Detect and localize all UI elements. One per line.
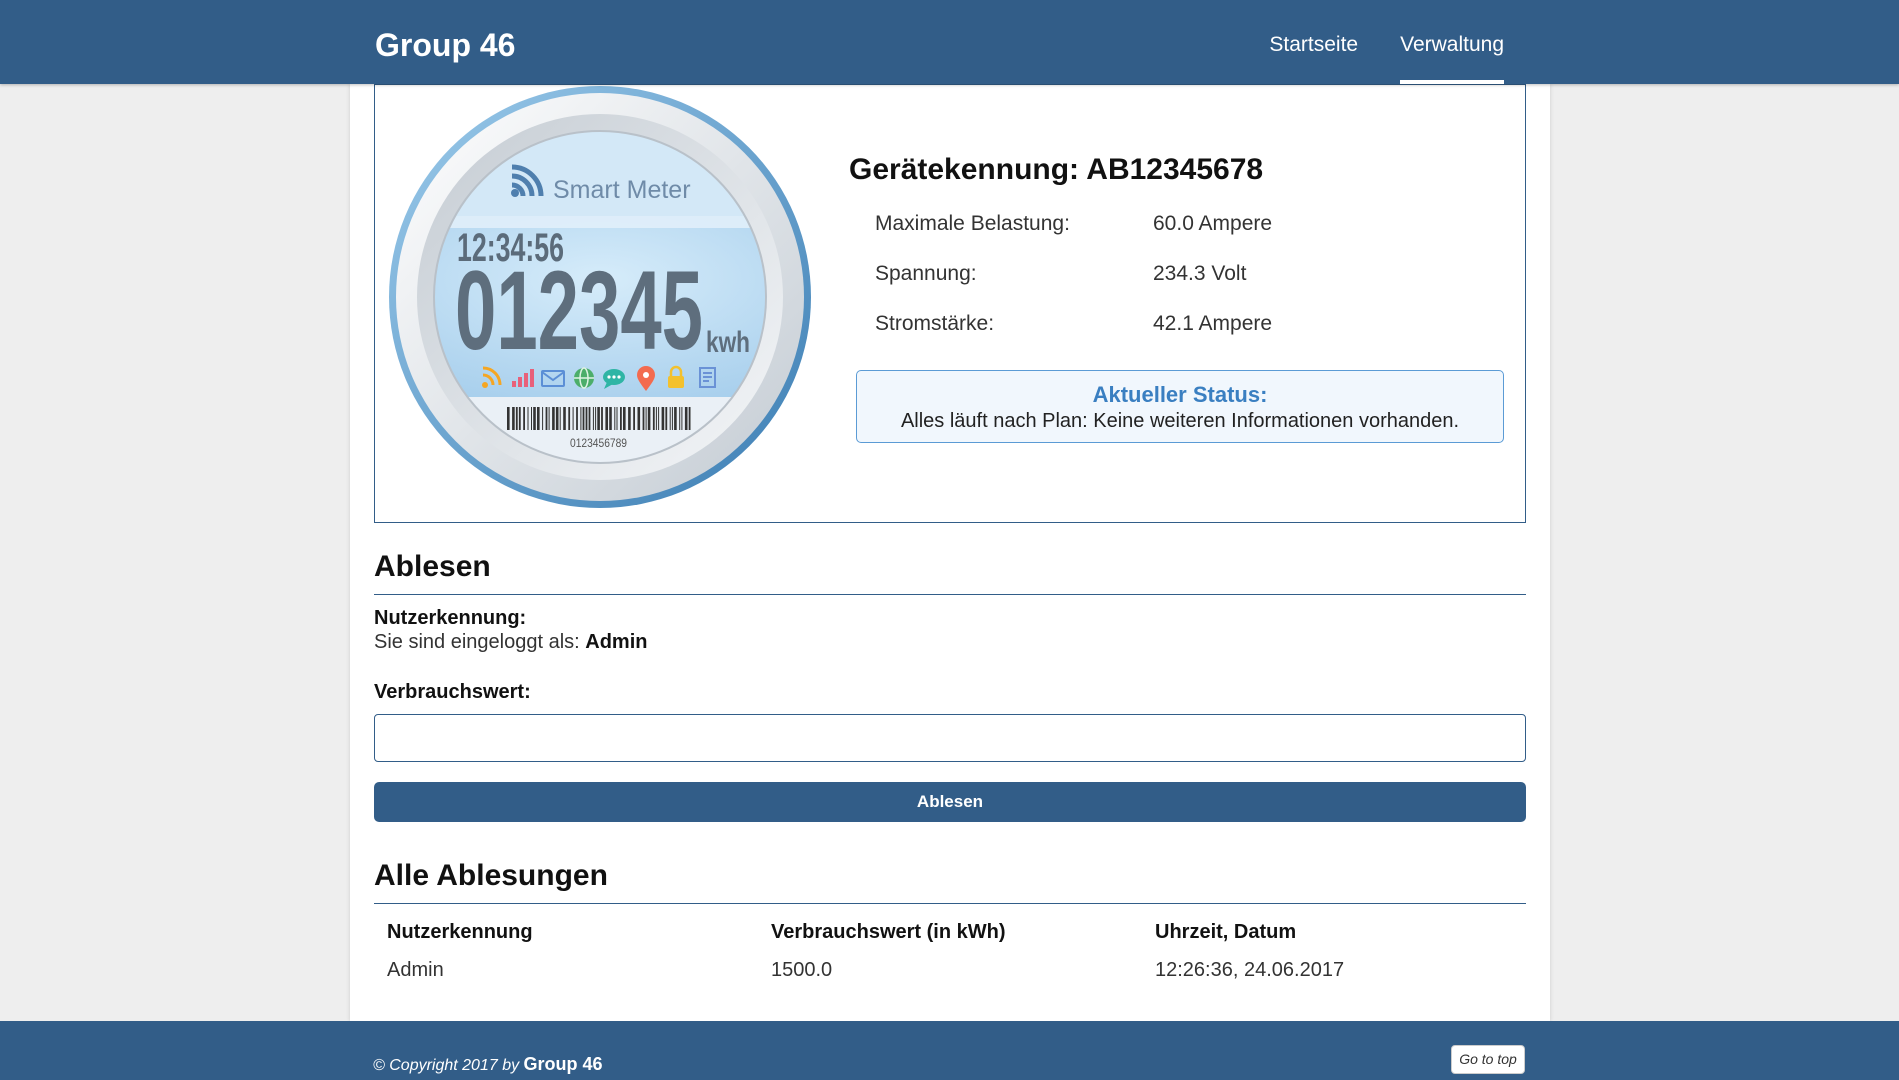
spec-row-max-load: Maximale Belastung: 60.0 Ampere — [849, 199, 1509, 249]
spec-value-voltage: 234.3 Volt — [1153, 262, 1247, 285]
status-alert: Aktueller Status: Alles läuft nach Plan:… — [856, 370, 1504, 443]
device-panel: Smart Meter 12:34:56 012345 kwh 01234567… — [374, 84, 1526, 523]
main-nav: Startseite Verwaltung — [1269, 0, 1504, 84]
device-specs: Maximale Belastung: 60.0 Ampere Spannung… — [849, 199, 1509, 349]
consumption-label: Verbrauchswert: — [374, 681, 531, 703]
brand-link[interactable]: Group 46 — [375, 25, 515, 65]
meter-unit: kwh — [706, 326, 750, 359]
cell-value: 1500.0 — [771, 958, 833, 981]
table-row: Admin 1500.0 12:26:36, 24.06.2017 — [374, 951, 1526, 989]
device-id-heading: Gerätekennung: AB12345678 — [849, 152, 1509, 188]
device-info: Gerätekennung: AB12345678 Maximale Belas… — [849, 152, 1509, 443]
spec-value-current: 42.1 Ampere — [1153, 312, 1273, 335]
copyright: © Copyright 2017 by Group 46 — [373, 1053, 603, 1077]
status-title: Aktueller Status: — [1092, 382, 1268, 407]
readings-table: Nutzerkennung Verbrauchswert (in kWh) Uh… — [374, 913, 1526, 989]
column-header-user: Nutzerkennung — [387, 920, 533, 943]
cell-user: Admin — [387, 958, 444, 981]
barcode-bars — [507, 407, 691, 430]
column-header-value: Verbrauchswert (in kWh) — [771, 920, 1006, 943]
spec-row-current: Stromstärke: 42.1 Ampere — [849, 299, 1509, 349]
table-header-row: Nutzerkennung Verbrauchswert (in kWh) Uh… — [374, 913, 1526, 951]
smart-meter-image: Smart Meter 12:34:56 012345 kwh 01234567… — [389, 86, 811, 508]
spec-label-max-load: Maximale Belastung: — [875, 212, 1070, 235]
meter-reading: 012345 — [455, 248, 703, 373]
status-text: Alles läuft nach Plan: Keine weiteren In… — [900, 410, 1460, 432]
column-header-timestamp: Uhrzeit, Datum — [1155, 920, 1297, 943]
nav-startseite[interactable]: Startseite — [1269, 0, 1358, 84]
consumption-input[interactable] — [374, 714, 1526, 762]
device-id-label: Gerätekennung: — [849, 153, 1080, 186]
user-id-label: Nutzerkennung: — [374, 607, 527, 629]
copyright-brand: Group 46 — [523, 1054, 603, 1074]
copyright-text: © Copyright 2017 by — [373, 1057, 520, 1074]
spec-value-max-load: 60.0 Ampere — [1153, 212, 1273, 235]
readings-heading: Alle Ablesungen — [374, 858, 1526, 904]
meter-brand-label: Smart Meter — [553, 176, 691, 204]
reading-form-heading: Ablesen — [374, 549, 1526, 595]
readings-section: Alle Ablesungen Nutzerkennung Verbrauchs… — [374, 858, 1526, 989]
cell-timestamp: 12:26:36, 24.06.2017 — [1155, 958, 1345, 981]
spec-label-current: Stromstärke: — [875, 312, 995, 335]
barcode-number: 0123456789 — [570, 436, 627, 450]
spec-row-voltage: Spannung: 234.3 Volt — [849, 249, 1509, 299]
logged-in-user: Admin — [585, 631, 648, 653]
logged-in-info: Sie sind eingeloggt als: Admin — [374, 630, 1526, 654]
nav-verwaltung[interactable]: Verwaltung — [1400, 0, 1504, 84]
top-navbar: Group 46 Startseite Verwaltung — [0, 0, 1899, 84]
reading-form-section: Ablesen Nutzerkennung: Sie sind eingelog… — [374, 549, 1526, 822]
go-to-top-button[interactable]: Go to top — [1451, 1045, 1525, 1074]
logged-in-prefix: Sie sind eingeloggt als: — [374, 631, 580, 653]
footer: © Copyright 2017 by Group 46 Go to top — [0, 1021, 1899, 1080]
device-id-value: AB12345678 — [1086, 153, 1264, 186]
spec-label-voltage: Spannung: — [875, 262, 977, 285]
submit-reading-button[interactable]: Ablesen — [374, 782, 1526, 822]
globe-icon — [574, 367, 594, 389]
page-content: Smart Meter 12:34:56 012345 kwh 01234567… — [350, 84, 1550, 1021]
